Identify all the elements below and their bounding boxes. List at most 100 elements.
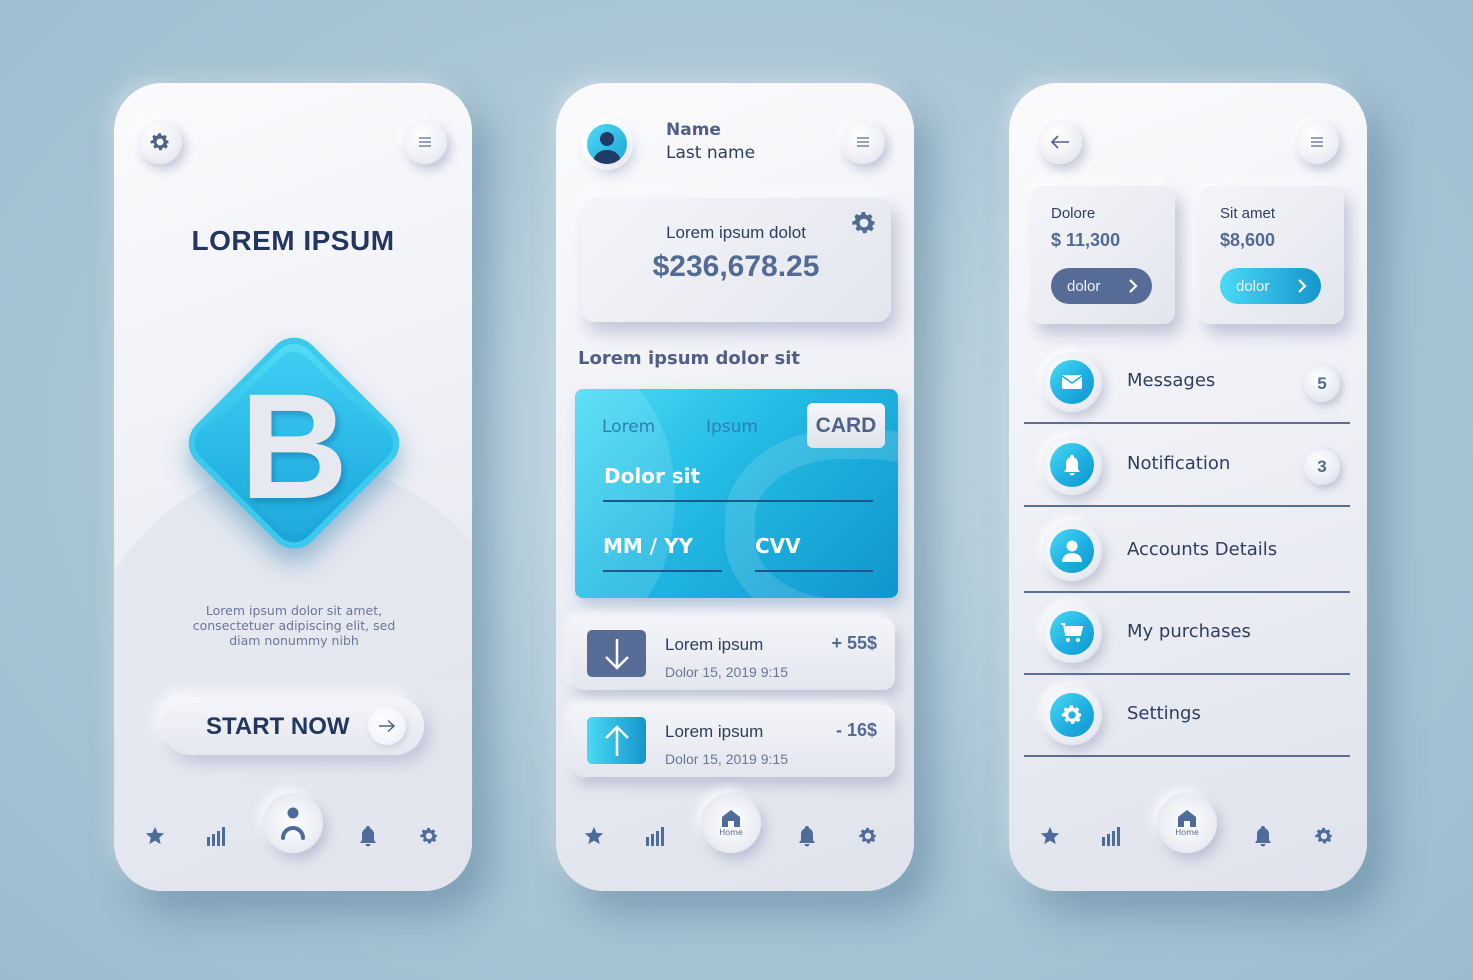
user-icon [1062, 540, 1082, 562]
menu-item-messages[interactable]: Messages 5 [1024, 344, 1350, 424]
logo-letter: B [239, 362, 349, 530]
chevron-right-icon [1129, 279, 1138, 293]
divider [1024, 422, 1350, 424]
menu-item-accounts-details[interactable]: Accounts Details [1024, 513, 1350, 593]
balance-amount: $236,678.25 [652, 250, 820, 283]
card-expiry-field[interactable]: MM / YY [603, 534, 693, 558]
divider [1024, 673, 1350, 675]
nav-notifications[interactable] [794, 823, 820, 849]
balance-label: Lorem ipsum dolot [666, 223, 806, 242]
menu-item-notification[interactable]: Notification 3 [1024, 427, 1350, 507]
nav-home-label: Home [1175, 828, 1199, 837]
account-menu-screen: Dolore $ 11,300 dolor Sit amet $8,600 do… [1009, 83, 1367, 891]
gear-icon [1315, 827, 1333, 844]
nav-home[interactable]: Home [701, 793, 761, 853]
nav-settings[interactable] [855, 823, 881, 849]
nav-stats[interactable] [1098, 823, 1124, 849]
gear-icon [150, 133, 170, 151]
menu-item-settings[interactable]: Settings [1024, 677, 1350, 757]
profile-avatar[interactable] [587, 124, 627, 164]
start-now-button[interactable]: START NOW [162, 697, 424, 755]
menu-item-my-purchases[interactable]: My purchases [1024, 595, 1350, 675]
nav-profile[interactable] [263, 793, 323, 853]
nav-favorites[interactable] [1037, 823, 1063, 849]
nav-notifications[interactable] [355, 823, 381, 849]
bell-icon [360, 826, 376, 847]
count-badge: 5 [1304, 366, 1340, 402]
menu-button[interactable] [841, 120, 885, 164]
arrow-up-icon [604, 724, 629, 756]
nav-stats[interactable] [203, 823, 229, 849]
menu-item-label: Messages [1127, 370, 1216, 391]
card-holder-field[interactable]: Dolor sit [604, 464, 700, 488]
card-cvv-field[interactable]: CVV [755, 534, 801, 558]
star-icon [145, 826, 165, 845]
onboarding-screen: LOREM IPSUM B Lorem ipsum dolor sit amet… [114, 83, 472, 891]
transaction-amount: - 16$ [835, 720, 877, 740]
app-logo: B [174, 323, 414, 563]
bell-icon [1064, 455, 1080, 476]
profile-last-name: Last name [666, 143, 756, 163]
cart-icon [1061, 623, 1084, 642]
home-icon [1178, 810, 1196, 827]
credit-card[interactable]: Lorem Ipsum CARD Dolor sit MM / YY CVV [575, 389, 898, 598]
user-icon [281, 807, 305, 840]
wallet-screen: Name Last name Lorem ipsum dolot $236,67… [556, 83, 914, 891]
count-badge: 3 [1304, 449, 1340, 485]
arrow-right-icon [379, 719, 396, 733]
divider [1024, 755, 1350, 757]
arrow-left-icon [1050, 135, 1069, 149]
balance-card: Lorem ipsum dolot $236,678.25 [581, 198, 891, 322]
nav-home[interactable]: Home [1157, 793, 1217, 853]
transaction-date: Dolor 15, 2019 9:15 [665, 751, 788, 767]
menu-item-label: Notification [1127, 453, 1231, 474]
back-button[interactable] [1038, 120, 1082, 164]
transaction-item[interactable]: Lorem ipsum Dolor 15, 2019 9:15 + 55$ [572, 618, 895, 690]
transaction-date: Dolor 15, 2019 9:15 [665, 664, 788, 680]
hamburger-icon [857, 137, 869, 147]
settings-button[interactable] [138, 120, 182, 164]
bottom-nav: Home [556, 781, 914, 891]
card-badge: CARD [807, 403, 885, 448]
nav-favorites[interactable] [142, 823, 168, 849]
transaction-title: Lorem ipsum [665, 635, 764, 654]
bottom-nav [114, 781, 472, 891]
arrow-down-icon [604, 638, 629, 670]
bell-icon [799, 826, 815, 847]
nav-notifications[interactable] [1250, 823, 1276, 849]
description: Lorem ipsum dolor sit amet, consectetuer… [192, 603, 396, 648]
chevron-right-icon [1298, 279, 1307, 293]
summary-card-amount: $ 11,300 [1051, 230, 1121, 250]
gear-icon [859, 827, 877, 844]
nav-home-label: Home [719, 828, 743, 837]
menu-item-label: Accounts Details [1127, 539, 1278, 560]
summary-card: Sit amet $8,600 dolor [1200, 186, 1344, 324]
star-icon [1040, 826, 1060, 845]
section-title: Lorem ipsum dolor sit [578, 348, 800, 369]
nav-favorites[interactable] [581, 823, 607, 849]
nav-stats[interactable] [642, 823, 668, 849]
menu-button[interactable] [1295, 120, 1339, 164]
user-avatar-icon [593, 132, 621, 164]
card-label-left: Lorem [602, 417, 656, 437]
page-title: LOREM IPSUM [191, 225, 395, 256]
transaction-item[interactable]: Lorem ipsum Dolor 15, 2019 9:15 - 16$ [572, 705, 895, 777]
nav-settings[interactable] [416, 823, 442, 849]
summary-card-button[interactable]: dolor [1051, 268, 1152, 304]
bar-chart-icon [646, 827, 664, 846]
hamburger-icon [1311, 137, 1323, 147]
summary-card-label: Dolore [1051, 205, 1096, 222]
gear-icon [420, 827, 438, 844]
start-now-label: START NOW [206, 713, 350, 740]
envelope-icon [1061, 375, 1083, 389]
menu-button[interactable] [403, 120, 447, 164]
divider [755, 570, 873, 572]
summary-card-button[interactable]: dolor [1220, 268, 1321, 304]
summary-card-amount: $8,600 [1220, 230, 1276, 250]
summary-card-label: Sit amet [1220, 205, 1276, 222]
bell-icon [1255, 826, 1271, 847]
profile-name: Name [666, 120, 721, 140]
star-icon [584, 826, 604, 845]
divider [603, 500, 873, 502]
nav-settings[interactable] [1311, 823, 1337, 849]
